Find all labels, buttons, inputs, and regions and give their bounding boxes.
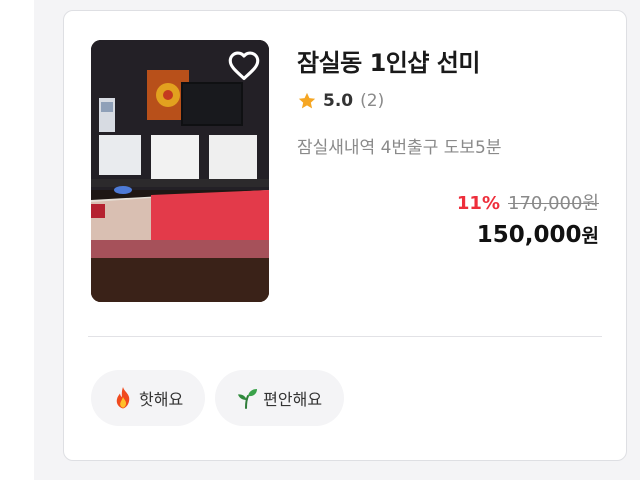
shop-listing-card[interactable]: 잠실동 1인샵 선미 5.0 (2) 잠실새내역 4번출구 도보5분 11% 1… [63,10,627,461]
tag-hot[interactable]: 핫해요 [91,370,206,426]
sale-price: 150,000원 [477,221,599,248]
card-divider [88,336,602,337]
sprout-icon [235,386,259,410]
tag-label: 편안해요 [263,390,323,409]
shop-title[interactable]: 잠실동 1인샵 선미 [297,43,480,78]
location-text: 잠실새내역 4번출구 도보5분 [297,138,502,158]
favorite-button[interactable] [225,46,263,84]
heart-outline-icon [228,51,260,81]
discount-rate: 11% [456,193,500,214]
tag-label: 핫해요 [139,390,184,409]
price-discount-row: 11% 170,000원 [457,189,599,215]
tag-list: 핫해요 편안해요 [91,370,345,426]
rating-score: 5.0 [323,91,354,111]
tag-comfortable[interactable]: 편안해요 [215,370,345,426]
sale-price-value: 150,000 [476,222,582,248]
rating-row: 5.0 (2) [297,91,384,111]
sale-price-unit: 원 [581,225,599,247]
original-price: 170,000원 [508,193,599,214]
star-icon [298,92,316,109]
shop-thumbnail-image[interactable] [91,40,269,302]
review-count: (2) [360,91,385,111]
left-panel-edge [0,0,34,480]
fire-icon [111,386,135,410]
